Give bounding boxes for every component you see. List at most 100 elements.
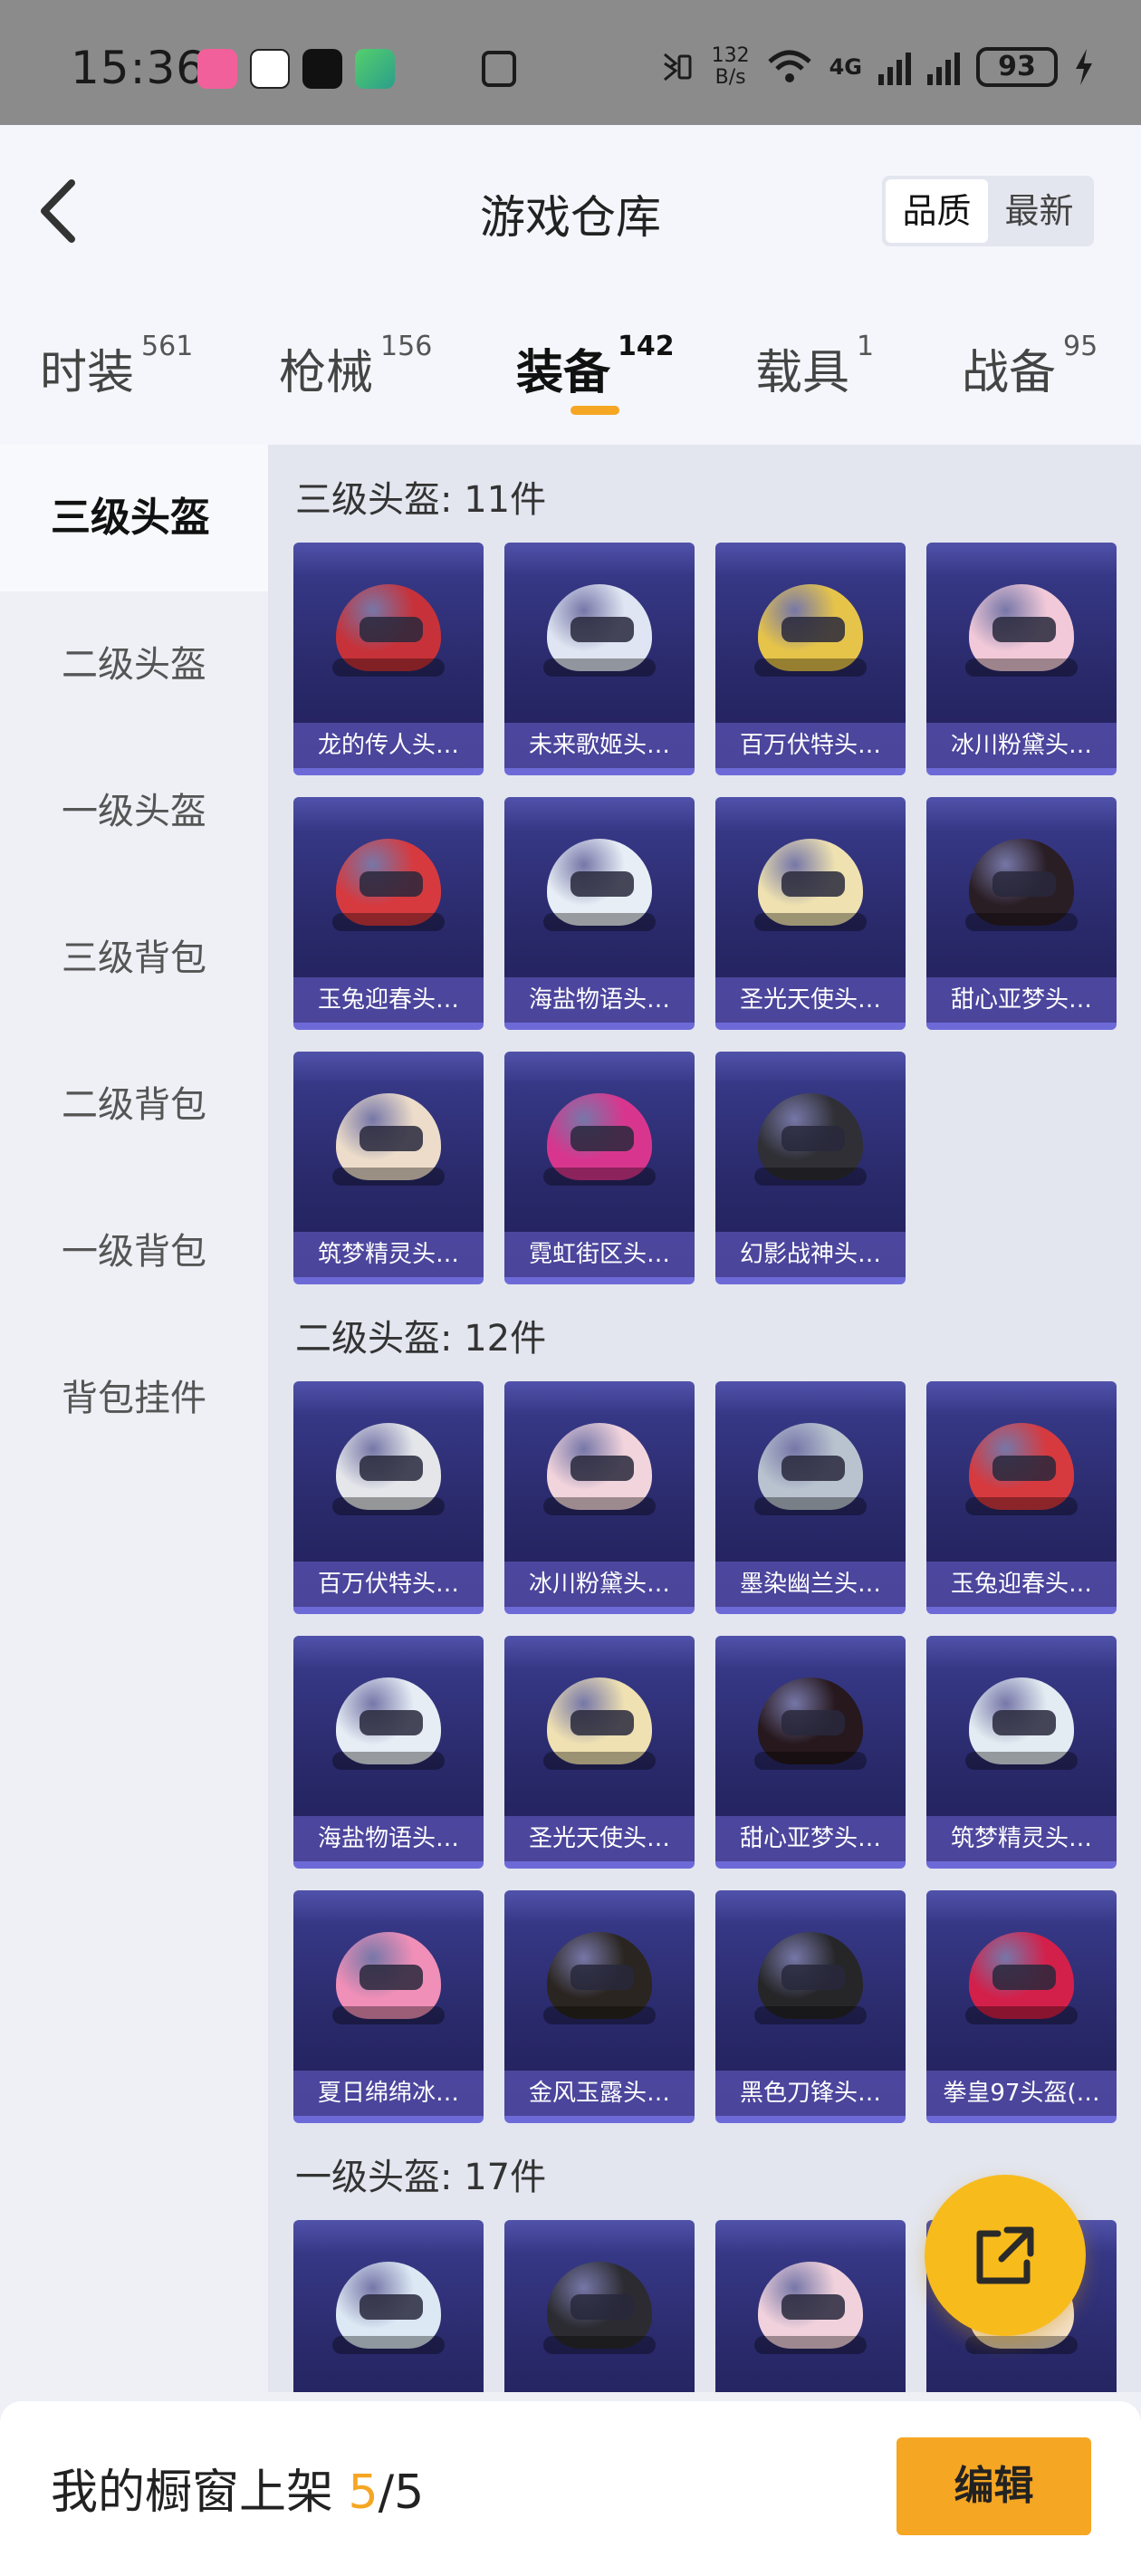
tab-equipment[interactable]: 装备 142	[516, 331, 675, 402]
helmet-rim	[543, 913, 656, 931]
helmet-rim	[332, 658, 445, 677]
helmet-icon	[965, 581, 1078, 687]
item-card[interactable]: 冰川粉黛头…	[926, 543, 1117, 775]
tab-count: 95	[1063, 331, 1098, 362]
helmet-rim	[754, 1497, 867, 1515]
sort-newest-button[interactable]: 最新	[988, 179, 1090, 243]
sidebar-item-level1-helmet[interactable]: 一级头盔	[0, 738, 268, 885]
helmet-visor	[781, 1710, 845, 1735]
net-speed-unit: B/s	[714, 66, 746, 89]
status-right: 132 B/s 4G 93	[652, 45, 1094, 89]
item-name: 圣光天使头…	[504, 1816, 695, 1861]
item-grid: 三级头盔: 11件 二级头盔: 12件 一级头盔: 17件 龙的传人头… 未来歌姬…	[268, 445, 1141, 2392]
item-card[interactable]: 圣光天使头…	[504, 1636, 695, 1869]
item-card[interactable]: 黑色刀锋头…	[715, 1890, 906, 2123]
showcase-label: 我的橱窗上架	[51, 2465, 349, 2520]
edit-button[interactable]: 编辑	[896, 2437, 1091, 2535]
item-card[interactable]: 玉兔迎春头…	[926, 1381, 1117, 1614]
helmet-icon	[332, 2258, 445, 2365]
card-shine	[504, 1052, 695, 1084]
item-card[interactable]: 墨染幽兰头…	[715, 1381, 906, 1614]
helmet-rim	[965, 1752, 1078, 1770]
item-card[interactable]: 霓虹街区头…	[504, 1052, 695, 1284]
item-card[interactable]: 幻影战神头…	[715, 1052, 906, 1284]
item-card[interactable]: 未来歌姬头…	[504, 543, 695, 775]
bluetooth-vibrate-icon	[663, 53, 692, 82]
sidebar-item-level2-backpack[interactable]: 二级背包	[0, 1032, 268, 1178]
sidebar-item-level2-helmet[interactable]: 二级头盔	[0, 591, 268, 738]
tab-fashion[interactable]: 时装 561	[40, 331, 193, 402]
item-card[interactable]: 龙的传人头…	[293, 543, 484, 775]
helmet-rim	[332, 1497, 445, 1515]
item-card[interactable]: 海盐物语头…	[504, 797, 695, 1030]
helmet-rim	[754, 1752, 867, 1770]
nfc-icon	[482, 51, 516, 87]
item-card[interactable]	[715, 2220, 906, 2392]
item-card[interactable]: 金风玉露头…	[504, 1890, 695, 2123]
item-name: 圣光天使头…	[715, 977, 906, 1023]
tab-label: 载具	[755, 346, 850, 400]
item-name: 墨染幽兰头…	[715, 1562, 906, 1607]
helmet-icon	[754, 835, 867, 942]
card-shine	[293, 1636, 484, 1668]
item-name: 甜心亚梦头…	[715, 1816, 906, 1861]
sort-quality-button[interactable]: 品质	[886, 179, 988, 243]
sidebar-item-level3-backpack[interactable]: 三级背包	[0, 885, 268, 1032]
item-card[interactable]: 百万伏特头…	[293, 1381, 484, 1614]
item-card[interactable]: 夏日绵绵冰…	[293, 1890, 484, 2123]
helmet-icon	[754, 581, 867, 687]
share-button[interactable]	[925, 2175, 1086, 2336]
helmet-icon	[754, 2258, 867, 2365]
bilibili-icon	[197, 49, 237, 89]
iqiyi-icon	[355, 49, 395, 89]
helmet-visor	[992, 1456, 1056, 1481]
item-card[interactable]: 百万伏特头…	[715, 543, 906, 775]
item-card[interactable]	[504, 2220, 695, 2392]
card-shine	[293, 543, 484, 575]
item-card[interactable]: 海盐物语头…	[293, 1636, 484, 1869]
helmet-icon	[754, 1674, 867, 1781]
item-card[interactable]: 拳皇97头盔(…	[926, 1890, 1117, 2123]
helmet-icon	[965, 835, 1078, 942]
card-shine	[715, 1381, 906, 1414]
item-card[interactable]: 玉兔迎春头…	[293, 797, 484, 1030]
helmet-icon	[332, 835, 445, 942]
helmet-rim	[965, 2336, 1078, 2354]
item-card[interactable]: 筑梦精灵头…	[926, 1636, 1117, 1869]
sidebar-item-backpack-charm[interactable]: 背包挂件	[0, 1325, 268, 1472]
helmet-rim	[965, 913, 1078, 931]
helmet-rim	[543, 2006, 656, 2024]
item-card[interactable]	[293, 2220, 484, 2392]
item-name: 幻影战神头…	[715, 1232, 906, 1277]
item-card[interactable]: 冰川粉黛头…	[504, 1381, 695, 1614]
tab-supplies[interactable]: 战备 95	[962, 331, 1098, 402]
helmet-visor	[360, 1965, 423, 1990]
item-name: 甜心亚梦头…	[926, 977, 1117, 1023]
sort-toggle[interactable]: 品质 最新	[882, 176, 1094, 246]
item-card[interactable]: 筑梦精灵头…	[293, 1052, 484, 1284]
helmet-icon	[543, 1674, 656, 1781]
item-card[interactable]: 甜心亚梦头…	[715, 1636, 906, 1869]
helmet-visor	[781, 1456, 845, 1481]
helmet-rim	[754, 2006, 867, 2024]
helmet-visor	[781, 871, 845, 897]
card-shine	[715, 543, 906, 575]
item-name: 夏日绵绵冰…	[293, 2071, 484, 2116]
helmet-icon	[543, 1928, 656, 2035]
net-speed-value: 132	[711, 44, 750, 67]
tab-weapons[interactable]: 枪械 156	[279, 331, 432, 402]
card-shine	[504, 2220, 695, 2253]
helmet-visor	[570, 1710, 634, 1735]
item-name: 玉兔迎春头…	[293, 977, 484, 1023]
item-name: 龙的传人头…	[293, 723, 484, 768]
item-card[interactable]: 圣光天使头…	[715, 797, 906, 1030]
sidebar-item-level3-helmet[interactable]: 三级头盔	[0, 445, 268, 591]
sidebar-item-level1-backpack[interactable]: 一级背包	[0, 1178, 268, 1325]
tab-label: 战备	[962, 346, 1057, 400]
card-shine	[293, 1381, 484, 1414]
item-card[interactable]: 甜心亚梦头…	[926, 797, 1117, 1030]
status-time: 15:36	[71, 42, 206, 94]
tab-vehicles[interactable]: 载具 1	[755, 331, 874, 402]
helmet-visor	[992, 871, 1056, 897]
helmet-visor	[360, 1456, 423, 1481]
